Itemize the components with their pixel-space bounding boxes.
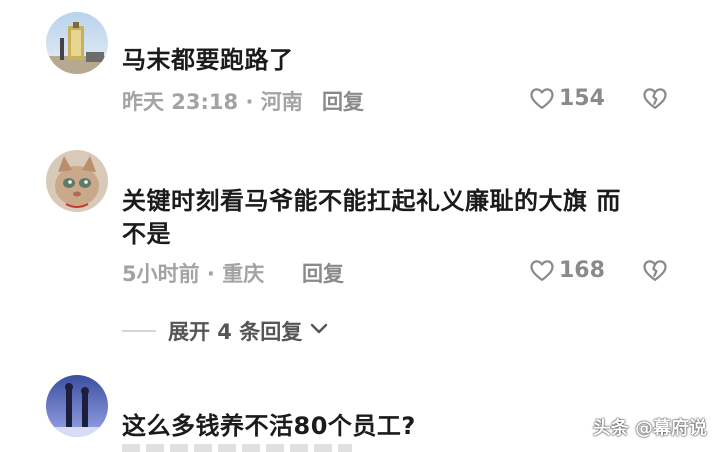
expand-divider	[122, 330, 156, 332]
like-button[interactable]: 168	[528, 256, 605, 284]
like-count: 168	[559, 257, 605, 283]
comment-list: 马末都要跑路了 昨天 23:18 · 河南 回复 154 关键时刻看马爷能不能扛…	[0, 0, 717, 452]
watermark: 头条 @幕府说	[592, 418, 707, 439]
like-button[interactable]: 154	[528, 84, 605, 112]
comment-text: 关键时刻看马爷能不能扛起礼义廉耻的大旗 而不是	[122, 187, 621, 248]
expand-replies-button[interactable]: 展开 4 条回复	[168, 316, 302, 346]
chevron-down-icon[interactable]	[310, 322, 328, 336]
comment-text: 这么多钱养不活80个员工?	[122, 412, 416, 440]
avatar[interactable]	[46, 12, 108, 74]
comment-meta: 昨天 23:18 · 河南	[122, 90, 303, 114]
comment-meta: 5小时前 · 重庆	[122, 262, 265, 286]
comment-meta-partial	[122, 444, 352, 452]
heart-outline-icon	[530, 260, 554, 282]
broken-heart-icon	[643, 260, 667, 282]
like-count: 154	[559, 85, 605, 111]
avatar[interactable]	[46, 375, 108, 437]
dislike-button[interactable]	[641, 84, 669, 116]
broken-heart-icon	[643, 88, 667, 110]
dislike-button[interactable]	[641, 256, 669, 288]
comment-text: 马末都要跑路了	[122, 46, 294, 74]
reply-button[interactable]: 回复	[302, 258, 344, 288]
avatar[interactable]	[46, 150, 108, 212]
heart-outline-icon	[530, 88, 554, 110]
reply-button[interactable]: 回复	[322, 86, 364, 116]
